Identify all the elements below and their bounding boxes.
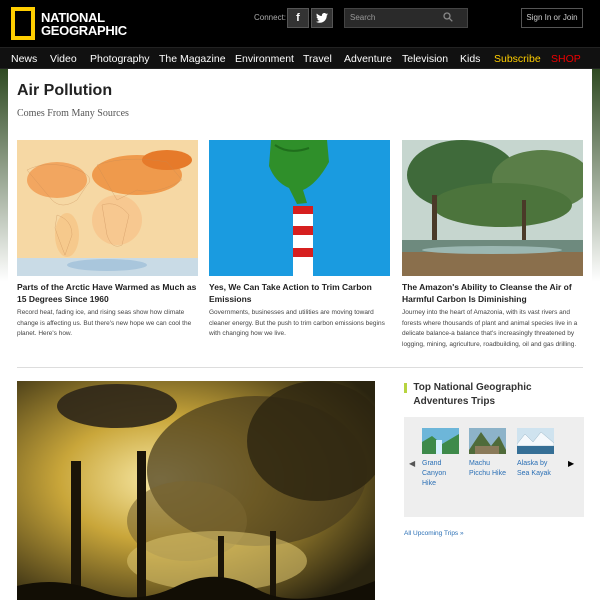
nav-adventure[interactable]: Adventure <box>344 53 392 65</box>
card-heading[interactable]: Yes, We Can Take Action to Trim Carbon E… <box>209 281 390 305</box>
article-card-amazon[interactable]: The Amazon's Ability to Cleanse the Air … <box>402 140 583 350</box>
nav-news[interactable]: News <box>11 53 37 65</box>
logo-line-1: NATIONAL <box>41 9 105 25</box>
search-input[interactable] <box>350 13 440 22</box>
nav-television[interactable]: Television <box>402 53 448 65</box>
natgeo-logo[interactable]: NATIONAL GEOGRAPHIC <box>11 7 127 40</box>
trip-alaska-kayak[interactable]: Alaska by Sea Kayak <box>517 428 555 479</box>
top-header: NATIONAL GEOGRAPHIC Connect: f Sign In o… <box>0 0 600 47</box>
nav-shop[interactable]: SHOP <box>551 53 581 65</box>
adventure-trips-panel: Top National Geographic Adventures Trips… <box>404 381 584 537</box>
carousel-next-icon[interactable]: ▶ <box>568 459 574 468</box>
trips-heading: Top National Geographic Adventures Trips <box>404 381 584 409</box>
arctic-temperature-map-image[interactable] <box>17 140 198 276</box>
nav-travel[interactable]: Travel <box>303 53 332 65</box>
search-box[interactable] <box>344 8 468 28</box>
yellow-border-logo-icon <box>11 7 35 40</box>
trip-grand-canyon[interactable]: Grand Canyon Hike <box>422 428 460 489</box>
amazon-forest-painting-image[interactable] <box>402 140 583 276</box>
page-subtitle: Comes From Many Sources <box>17 108 129 119</box>
carousel-prev-icon[interactable]: ◀ <box>409 459 415 468</box>
trip-machu-picchu[interactable]: Machu Picchu Hike <box>469 428 507 479</box>
twitter-icon[interactable] <box>311 8 333 28</box>
nav-video[interactable]: Video <box>50 53 77 65</box>
background-left <box>0 69 8 600</box>
smokestacks-hero-image[interactable] <box>17 381 375 600</box>
logo-text: NATIONAL GEOGRAPHIC <box>41 11 127 37</box>
search-icon[interactable] <box>443 12 453 22</box>
card-description: Governments, businesses and utilities ar… <box>209 309 385 337</box>
alaska-kayak-thumbnail[interactable] <box>517 428 554 454</box>
section-divider <box>17 367 583 368</box>
trip-label[interactable]: Machu Picchu Hike <box>469 459 507 479</box>
card-description: Record heat, fading ice, and rising seas… <box>17 309 192 337</box>
nav-subscribe[interactable]: Subscribe <box>494 53 541 65</box>
signin-button[interactable]: Sign In or Join <box>521 8 583 28</box>
background-right <box>592 69 600 600</box>
grand-canyon-thumbnail[interactable] <box>422 428 459 454</box>
connect-label: Connect: <box>254 13 287 22</box>
green-glove-chimney-image[interactable] <box>209 140 390 276</box>
main-nav: News Video Photography The Magazine Envi… <box>0 47 600 69</box>
main-content: Air Pollution Comes From Many Sources Pa… <box>8 69 592 600</box>
logo-line-2: GEOGRAPHIC <box>41 22 127 38</box>
card-description: Journey into the heart of Amazonia, with… <box>402 309 578 348</box>
page-title: Air Pollution <box>17 82 113 99</box>
trips-carousel: ◀ Grand Canyon Hike Machu Picchu Hike Al… <box>404 417 584 517</box>
all-trips-link[interactable]: All Upcoming Trips » <box>404 530 464 537</box>
card-heading[interactable]: The Amazon's Ability to Cleanse the Air … <box>402 281 583 305</box>
article-card-arctic[interactable]: Parts of the Arctic Have Warmed as Much … <box>17 140 198 340</box>
machu-picchu-thumbnail[interactable] <box>469 428 506 454</box>
nav-kids[interactable]: Kids <box>460 53 480 65</box>
facebook-icon[interactable]: f <box>287 8 309 28</box>
nav-environment[interactable]: Environment <box>235 53 294 65</box>
article-card-carbon[interactable]: Yes, We Can Take Action to Trim Carbon E… <box>209 140 390 340</box>
nav-photography[interactable]: Photography <box>90 53 150 65</box>
card-heading[interactable]: Parts of the Arctic Have Warmed as Much … <box>17 281 198 305</box>
trip-label[interactable]: Grand Canyon Hike <box>422 459 460 489</box>
trip-label[interactable]: Alaska by Sea Kayak <box>517 459 555 479</box>
nav-the-magazine[interactable]: The Magazine <box>159 53 226 65</box>
green-accent-bar <box>404 383 408 393</box>
trips-title: Top National Geographic Adventures Trips <box>413 382 532 407</box>
